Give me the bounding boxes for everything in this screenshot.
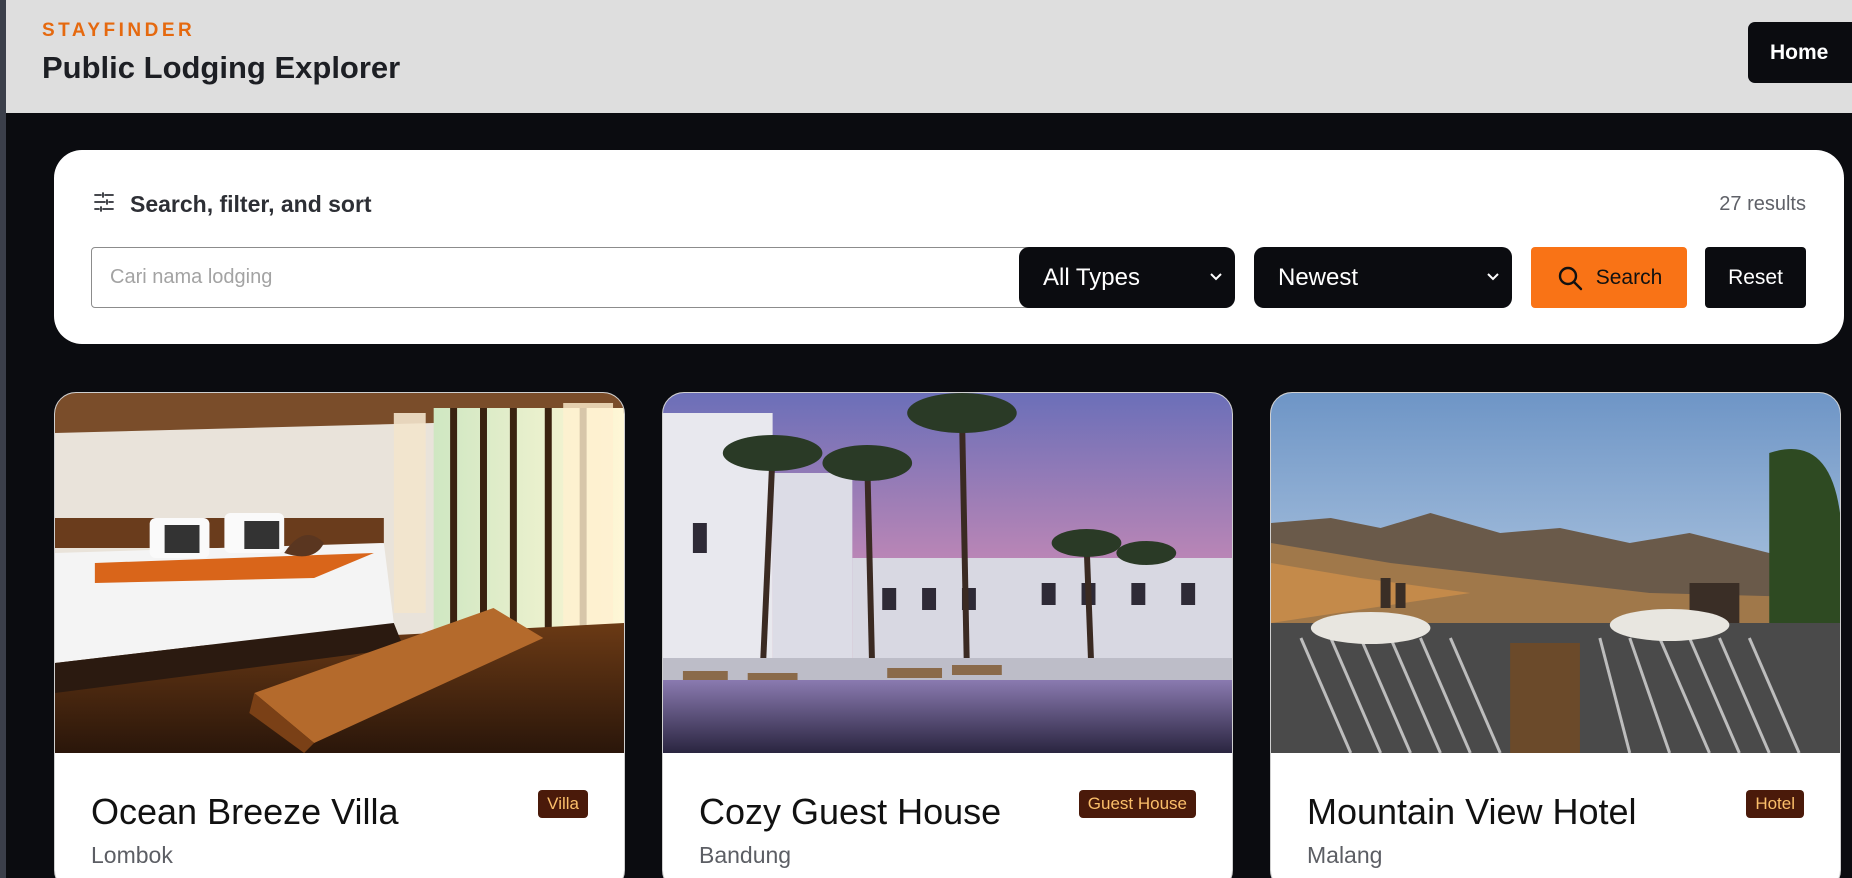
search-button[interactable]: Search (1531, 247, 1687, 308)
top-header: STAYFINDER Public Lodging Explorer Home (6, 0, 1852, 113)
search-button-label: Search (1595, 265, 1663, 289)
lodging-card[interactable]: Ocean Breeze Villa Lombok Villa (54, 392, 625, 878)
type-badge: Villa (538, 790, 588, 818)
card-location: Malang (1307, 842, 1383, 868)
card-title: Ocean Breeze Villa (91, 791, 399, 832)
window-edge (0, 0, 6, 878)
sort-value: Newest (1278, 263, 1359, 291)
card-image-resort (663, 393, 1232, 753)
card-location: Lombok (91, 842, 173, 868)
panel-title: Search, filter, and sort (130, 191, 372, 217)
results-count: 27 results (1719, 193, 1806, 215)
type-badge: Hotel (1746, 790, 1804, 818)
lodging-card[interactable]: Cozy Guest House Bandung Guest House (662, 392, 1233, 878)
reset-button[interactable]: Reset (1705, 247, 1806, 308)
type-filter-select[interactable]: All Types (1019, 247, 1235, 308)
sliders-icon (92, 190, 116, 219)
page-title: Public Lodging Explorer (42, 50, 401, 85)
lodging-card[interactable]: Mountain View Hotel Malang Hotel (1270, 392, 1841, 878)
card-title: Cozy Guest House (699, 791, 1002, 832)
search-input[interactable] (91, 247, 1037, 308)
search-panel: Search, filter, and sort 27 results All … (54, 150, 1844, 344)
type-filter-value: All Types (1043, 263, 1140, 291)
card-title: Mountain View Hotel (1307, 791, 1637, 832)
home-button[interactable]: Home (1748, 22, 1852, 83)
card-image-mountain (1271, 393, 1840, 753)
brand-label: STAYFINDER (42, 20, 196, 41)
card-image-bedroom (55, 393, 624, 753)
chevron-down-icon (1487, 273, 1499, 281)
panel-header: Search, filter, and sort (92, 190, 372, 219)
card-location: Bandung (699, 842, 792, 868)
type-badge: Guest House (1078, 790, 1196, 818)
sort-select[interactable]: Newest (1254, 247, 1512, 308)
search-icon (1558, 266, 1582, 290)
chevron-down-icon (1210, 273, 1222, 281)
